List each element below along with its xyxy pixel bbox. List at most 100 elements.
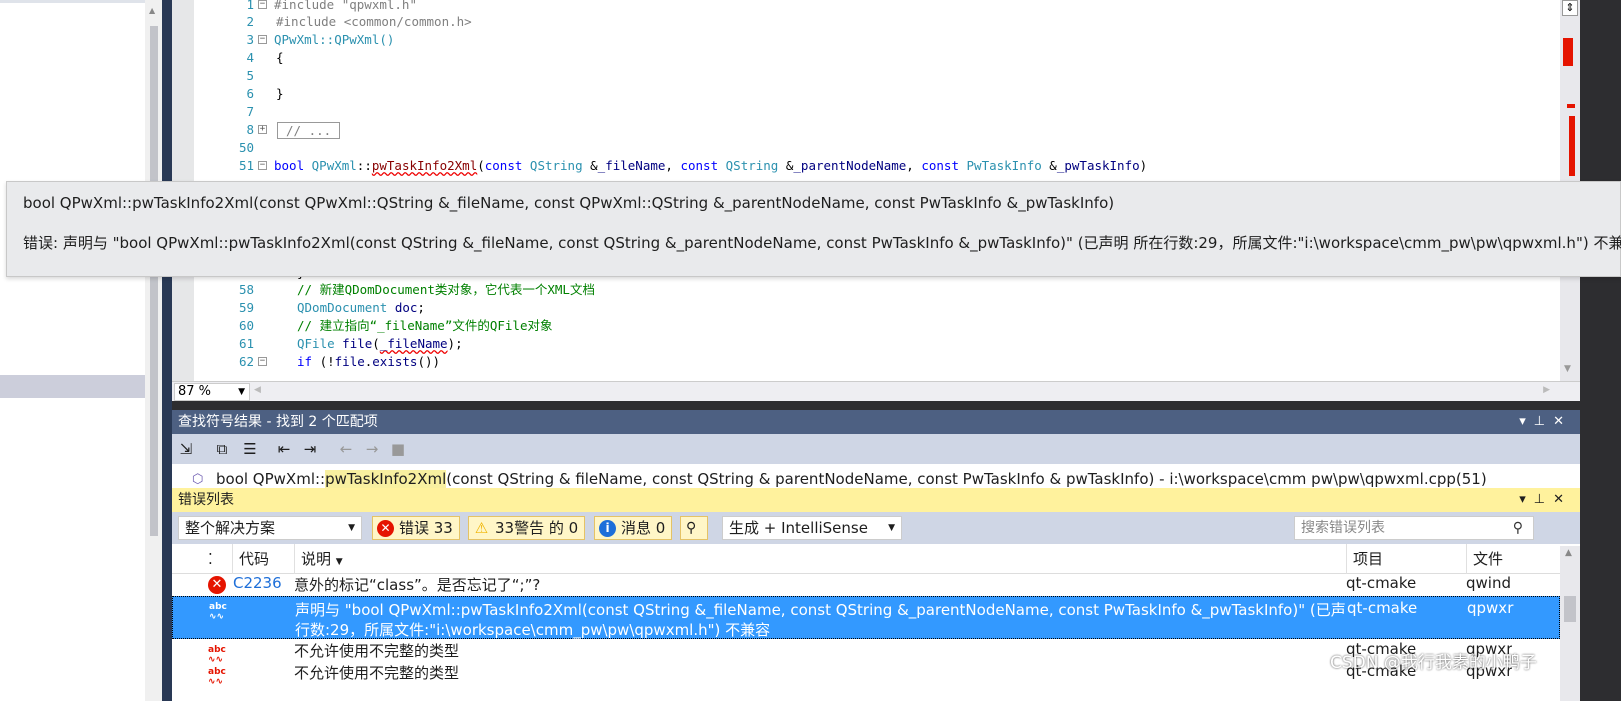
filter-toggle-button[interactable]: ⚲ [680,516,708,540]
error-description: 不允许使用不完整的类型 [294,642,460,660]
error-project: qt-cmake [1346,574,1417,592]
scroll-left-icon[interactable]: ◀ [254,385,261,395]
error-row[interactable]: ✕ C2236 意外的标记“class”。是否忘记了“;”? qt-cmake … [172,574,1560,596]
scroll-right-icon[interactable]: ▶ [1543,385,1550,395]
code-line[interactable]: #include <common/common.h> [276,13,472,31]
find-result-prefix: bool QPwXml:: [216,470,326,488]
column-code[interactable]: 代码 [232,544,294,574]
error-row-selected[interactable]: abc ∿∿ 声明与 "bool QPwXml::pwTaskInfo2Xml(c… [172,596,1560,639]
find-result-suffix: (const QString & fileName, const QString… [446,470,1487,488]
code-line-51[interactable]: bool QPwXml::pwTaskInfo2Xml(const QStrin… [274,157,1147,175]
code-line[interactable]: #include "qpwxml.h" [274,0,417,14]
error-panel-title: 错误列表 [178,492,234,508]
code-line[interactable]: // 新建QDomDocument类对象，它代表一个XML文档 [297,281,595,299]
line-number: 59 [238,300,254,315]
error-file: qwind [1466,574,1511,592]
error-project: qt-cmake [1347,599,1418,617]
chevron-down-icon: ▼ [238,387,245,397]
forward-arrow-icon[interactable]: → [362,439,382,459]
line-number: 3 [246,32,254,47]
error-icon: ✕ [208,576,226,594]
code-line-62[interactable]: if (!file.exists()) [297,353,440,371]
build-filter-value: 生成 + IntelliSense [729,519,868,537]
scope-select[interactable]: 整个解决方案 ▼ [178,516,362,540]
error-scroll-thumb[interactable] [1564,596,1576,622]
error-code[interactable]: C2236 [233,574,282,592]
error-icon: ✕ [377,520,394,537]
find-panel-title-bar: 查找符号结果 - 找到 2 个匹配项 ▾⊥✕ [172,410,1580,434]
scroll-up-icon[interactable]: ▲ [1565,548,1572,558]
info-icon: i [599,520,616,537]
code-line[interactable]: } [276,85,284,103]
go-to-definition-icon[interactable]: ⇲ [176,439,196,459]
scroll-down-icon[interactable]: ▼ [1564,364,1571,374]
explorer-scroll-thumb[interactable] [150,26,158,536]
indent-icon[interactable]: ⇥ [300,439,320,459]
solution-explorer: ▲ [0,0,162,701]
zoom-value: 87 % [178,384,212,399]
scroll-up-icon[interactable]: ▲ [149,6,155,15]
quickinfo-tooltip: bool QPwXml::pwTaskInfo2Xml(const QPwXml… [6,181,1621,277]
scope-value: 整个解决方案 [185,519,276,537]
find-panel-toolbar: ⇲ ⧉ ☰ ⇤ ⇥ ← → ■ [172,434,1580,464]
chevron-down-icon: ▼ [348,523,355,533]
selected-tree-item[interactable] [0,375,145,398]
collapse-icon[interactable]: − [258,0,267,9]
code-line[interactable]: // 建立指向“_fileName”文件的QFile对象 [297,317,553,335]
messages-label: 消息 0 [621,519,666,537]
chevron-down-icon: ▼ [888,523,895,533]
code-line-59[interactable]: QDomDocument doc; [297,299,425,317]
dropdown-icon[interactable]: ▾ [1519,492,1534,507]
zoom-select[interactable]: 87 % ▼ [174,383,250,401]
warning-icon: ⚠ [474,519,489,537]
collapse-icon[interactable]: − [258,35,267,44]
intellisense-error-icon: abc ∿∿ [209,602,227,622]
clear-list-icon[interactable]: ☰ [240,439,260,459]
warnings-filter-button[interactable]: ⚠ 33警告 的 0 [468,516,586,540]
line-number: 51 [238,158,254,173]
pin-icon[interactable]: ⊥ [1534,492,1553,507]
search-icon[interactable]: ⚲ [1513,517,1523,539]
messages-filter-button[interactable]: i 消息 0 [594,516,673,540]
tooltip-error: 错误: 声明与 "bool QPwXml::pwTaskInfo2Xml(con… [23,234,1621,252]
error-search-input[interactable]: 搜索错误列表 ⚲ [1294,516,1534,540]
editor-zoom-bar: 87 % ▼ ◀ ▶ [172,381,1580,401]
column-description[interactable]: 说明 ▼ [294,544,1346,574]
outdent-icon[interactable]: ⇤ [274,439,294,459]
build-filter-select[interactable]: 生成 + IntelliSense ▼ [722,516,902,540]
error-description: 不允许使用不完整的类型 [294,664,460,682]
sort-indicator-icon[interactable]: ⁚ [202,544,232,574]
line-number: 5 [246,68,254,83]
line-number: 7 [246,104,254,119]
code-line-61[interactable]: QFile file(_fileName); [297,335,463,353]
errors-filter-button[interactable]: ✕ 错误 33 [372,516,460,540]
filter-icon: ⚲ [686,520,697,536]
code-line[interactable]: QPwXml::QPwXml() [274,31,394,49]
stop-icon[interactable]: ■ [388,439,408,459]
close-icon[interactable]: ✕ [1553,492,1572,507]
line-number: 2 [246,14,254,29]
watermark: CSDN @我行我素的小鸭子 [1330,653,1537,673]
code-line[interactable]: { [276,49,284,67]
collapse-icon[interactable]: − [258,161,267,170]
pin-icon[interactable]: ⊥ [1534,414,1553,429]
error-list-scrollbar[interactable]: ▲ [1560,546,1580,701]
tooltip-signature: bool QPwXml::pwTaskInfo2Xml(const QPwXml… [23,194,1115,212]
expand-icon[interactable]: + [258,125,267,134]
copy-icon[interactable]: ⧉ [212,439,232,459]
line-number: 61 [238,336,254,351]
line-number: 62 [238,354,254,369]
find-panel-title: 查找符号结果 - 找到 2 个匹配项 [178,414,378,430]
collapsed-region[interactable]: // ... [277,122,341,139]
dropdown-icon[interactable]: ▾ [1519,414,1534,429]
column-file[interactable]: 文件 [1466,544,1566,574]
column-project[interactable]: 项目 [1346,544,1466,574]
split-icon[interactable]: ⇕ [1562,0,1578,16]
collapse-icon[interactable]: − [258,357,267,366]
error-panel-title-bar: 错误列表 ▾⊥✕ [172,488,1580,512]
filter-dropdown-icon[interactable]: ▼ [336,557,343,567]
back-arrow-icon[interactable]: ← [336,439,356,459]
line-number: 58 [238,282,254,297]
close-icon[interactable]: ✕ [1553,414,1572,429]
line-number: 1 [246,0,254,12]
